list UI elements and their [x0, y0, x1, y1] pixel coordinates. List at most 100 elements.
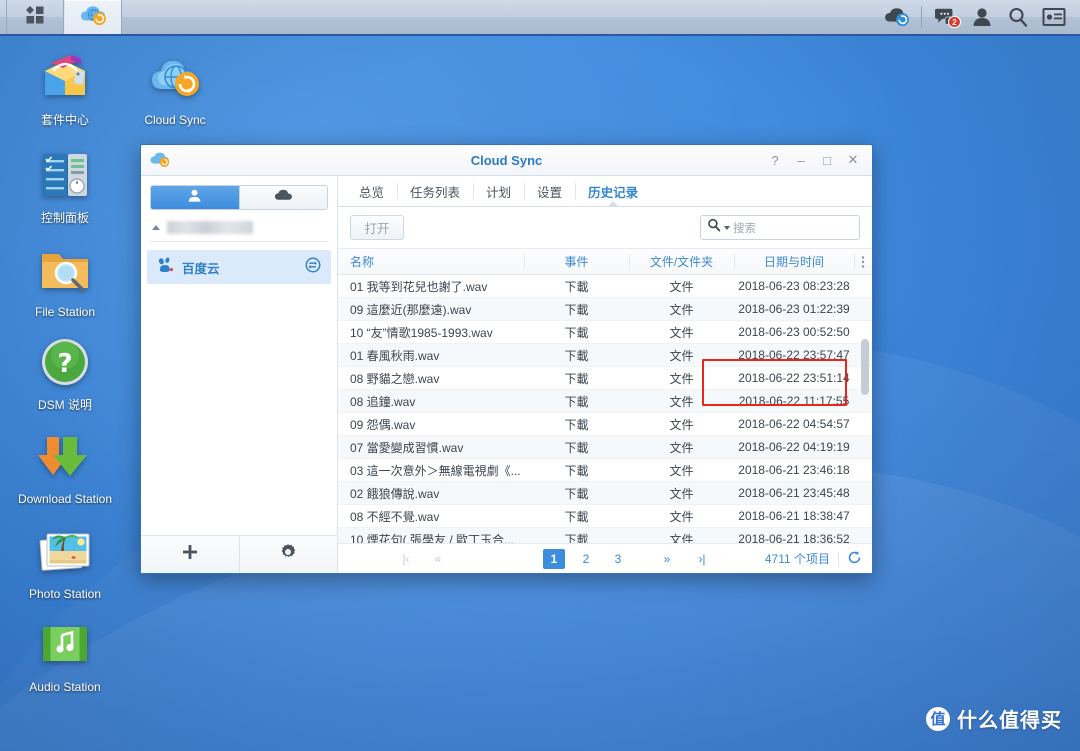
column-header-datetime[interactable]: 日期与时间: [734, 249, 854, 274]
help-button[interactable]: ?: [762, 148, 788, 172]
cell-datetime: 2018-06-22 23:57:47: [738, 348, 850, 362]
tab-settings[interactable]: 设置: [524, 176, 575, 206]
maximize-button[interactable]: □: [814, 148, 840, 172]
tab-schedule[interactable]: 计划: [473, 176, 524, 206]
table-row[interactable]: 01 春風秋雨.wav 下載 文件 2018-06-22 23:57:47: [338, 344, 872, 367]
cloud-sync-status-icon[interactable]: [879, 0, 915, 35]
page-button-2[interactable]: 2: [575, 549, 597, 569]
table-scrollbar-thumb[interactable]: [861, 339, 869, 395]
table-row[interactable]: 03 這一次意外＞無線電視劇《... 下載 文件 2018-06-21 23:46:1…: [338, 459, 872, 482]
right-panel: 总览 任务列表 计划 设置 历史记录 打开 搜索 名称 事件 文件/文件夹 日期…: [338, 176, 872, 573]
cell-file-name: 07 當愛變成習慣.wav: [350, 440, 464, 455]
total-items-count: 4711 个项目: [764, 552, 830, 566]
photo-station-icon: [36, 522, 94, 580]
provider-item-baidu-cloud[interactable]: 百度云: [147, 250, 331, 284]
tab-overview[interactable]: 总览: [346, 176, 397, 206]
desktop-icon-label: Audio Station: [29, 680, 101, 694]
left-panel: 百度云: [141, 176, 338, 573]
minimize-button[interactable]: –: [788, 148, 814, 172]
cell-file-type: 文件: [669, 394, 694, 409]
user-account-icon[interactable]: [964, 0, 1000, 35]
close-button[interactable]: ✕: [840, 148, 866, 172]
notifications-badge: 2: [948, 16, 961, 28]
desktop-icon-photo-station[interactable]: Photo Station: [10, 522, 120, 601]
window-titlebar[interactable]: Cloud Sync ? – □ ✕: [141, 145, 872, 176]
desktop-icon-file-station[interactable]: File Station: [10, 240, 120, 319]
last-page-button[interactable]: ›|: [691, 549, 713, 569]
settings-button[interactable]: [238, 536, 338, 573]
desktop-icon-cloud-sync[interactable]: Cloud Sync: [120, 48, 230, 127]
cell-file-type: 文件: [669, 486, 694, 501]
desktop-icon-package-center[interactable]: 套件中心: [10, 48, 120, 127]
table-row[interactable]: 07 當愛變成習慣.wav 下載 文件 2018-06-22 04:19:19: [338, 436, 872, 459]
cell-event: 下載: [564, 486, 589, 501]
add-icon: [181, 543, 199, 566]
main-menu-button[interactable]: [6, 0, 64, 34]
pagination-right-group: 4711 个项目: [765, 550, 872, 568]
table-row[interactable]: 08 追鐘.wav 下載 文件 2018-06-22 11:17:55: [338, 390, 872, 413]
prev-page-button[interactable]: «: [427, 549, 449, 569]
desktop-icon-control-panel[interactable]: 控制面板: [10, 146, 120, 225]
cell-event: 下載: [564, 394, 589, 409]
cell-file-name: 09 這麼近(那麼遠).wav: [350, 302, 472, 317]
cell-event: 下載: [564, 463, 589, 478]
column-header-event[interactable]: 事件: [524, 249, 629, 274]
page-button-3[interactable]: 3: [607, 549, 629, 569]
tab-history[interactable]: 历史记录: [575, 176, 651, 207]
table-row[interactable]: 01 我等到花兒也謝了.wav 下載 文件 2018-06-23 08:23:28: [338, 275, 872, 298]
watermark: 值 什么值得买: [926, 704, 1062, 733]
widget-panel-icon[interactable]: [1036, 0, 1072, 35]
cell-datetime: 2018-06-21 23:46:18: [738, 463, 850, 477]
desktop-icon-download-station[interactable]: Download Station: [10, 427, 120, 506]
pagination-divider: [838, 551, 839, 566]
cell-file-name: 01 我等到花兒也謝了.wav: [350, 279, 488, 294]
table-row[interactable]: 02 餓狼傳說.wav 下載 文件 2018-06-21 23:45:48: [338, 482, 872, 505]
search-icon[interactable]: [1000, 0, 1036, 35]
cloud-sync-app-icon: [79, 3, 107, 32]
taskbar-separator: [921, 6, 922, 28]
desktop-icon-dsm-help[interactable]: ? DSM 说明: [10, 333, 120, 412]
svg-text:?: ?: [57, 349, 72, 379]
pagination-pages: 1 2 3 » ›|: [538, 548, 718, 569]
cell-file-name: 02 餓狼傳說.wav: [350, 486, 440, 501]
add-connection-button[interactable]: [141, 536, 239, 573]
taskbar-app-cloud-sync[interactable]: [64, 0, 122, 34]
cell-file-type: 文件: [669, 417, 694, 432]
cell-file-type: 文件: [669, 371, 694, 386]
desktop-icon-label: Cloud Sync: [144, 113, 206, 127]
account-group-row[interactable]: [150, 221, 328, 242]
sync-status-icon[interactable]: [305, 257, 321, 278]
first-page-button[interactable]: |‹: [395, 549, 417, 569]
refresh-icon[interactable]: [847, 550, 862, 568]
page-button-1[interactable]: 1: [543, 548, 565, 569]
table-row[interactable]: 08 野貓之戀.wav 下載 文件 2018-06-22 23:51:14: [338, 367, 872, 390]
search-input[interactable]: 搜索: [700, 215, 860, 240]
column-header-name[interactable]: 名称: [338, 249, 524, 274]
panel-mode-toggle: [150, 185, 328, 210]
open-button[interactable]: 打开: [350, 215, 404, 240]
table-scrollbar[interactable]: [861, 251, 869, 541]
search-scope-dropdown-icon[interactable]: [724, 225, 730, 230]
table-row[interactable]: 10 “友”情歌1985-1993.wav 下載 文件 2018-06-23 00:5…: [338, 321, 872, 344]
table-row[interactable]: 10 煙花句( 張學友 / 歐丁玉合... 下載 文件 2018-06-21 18:3…: [338, 528, 872, 543]
file-station-icon: [36, 240, 94, 298]
cell-file-type: 文件: [669, 302, 694, 317]
table-body: 01 我等到花兒也謝了.wav 下載 文件 2018-06-23 08:23:28 09…: [338, 275, 872, 543]
column-header-type[interactable]: 文件/文件夹: [629, 249, 734, 274]
pagination-bar: |‹ « 1 2 3 » ›| 4711 个项目: [338, 543, 872, 573]
history-table: 名称 事件 文件/文件夹 日期与时间 01 我等到花兒也謝了.wav 下載 文件 20…: [338, 249, 872, 543]
toggle-cloud-services[interactable]: [238, 186, 327, 209]
desktop-icon-audio-station[interactable]: Audio Station: [10, 615, 120, 694]
cloud-sync-icon: [146, 48, 204, 106]
table-row[interactable]: 09 怨偶.wav 下載 文件 2018-06-22 04:54:57: [338, 413, 872, 436]
table-row[interactable]: 08 不經不覺.wav 下載 文件 2018-06-21 18:38:47: [338, 505, 872, 528]
table-row[interactable]: 09 這麼近(那麼遠).wav 下載 文件 2018-06-23 01:22:39: [338, 298, 872, 321]
audio-station-icon: [36, 615, 94, 673]
toggle-personal-accounts[interactable]: [151, 186, 239, 209]
next-page-button[interactable]: »: [656, 549, 678, 569]
user-icon: [187, 188, 202, 208]
notifications-icon[interactable]: 2: [928, 0, 964, 35]
tab-task-list[interactable]: 任务列表: [397, 176, 473, 206]
left-panel-footer: [141, 535, 337, 573]
desktop-icon-label: 套件中心: [40, 113, 89, 127]
